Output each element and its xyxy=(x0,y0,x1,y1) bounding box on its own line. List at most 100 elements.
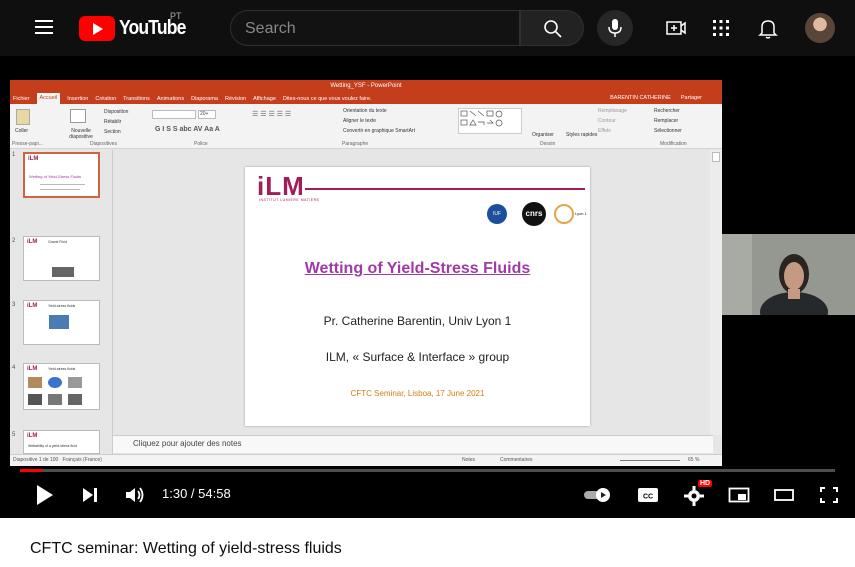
menu-icon[interactable] xyxy=(35,20,53,34)
ppt-arrange-label[interactable]: Organiser xyxy=(532,132,554,138)
ppt-fill-label[interactable]: Remplissage xyxy=(598,108,627,114)
play-icon[interactable] xyxy=(35,483,55,507)
status-slide-count: Diapositive 1 de 100 xyxy=(13,457,59,463)
ppt-text-direction-label[interactable]: Orientation du texte xyxy=(343,108,387,114)
ppt-tell-me[interactable]: Dites-nous ce que vous voulez faire. xyxy=(283,96,372,102)
ppt-tab-creation[interactable]: Création xyxy=(95,96,116,102)
thumb-title: Wettability of a yield-stress fluid xyxy=(28,444,77,448)
slide-thumbnail[interactable]: iLM Yield-stress fluids xyxy=(23,300,100,345)
create-video-icon[interactable] xyxy=(664,16,688,40)
slide-group: ILM, « Surface & Interface » group xyxy=(325,350,510,364)
webcam-overlay xyxy=(722,234,855,315)
ppt-tab-animations[interactable]: Animations xyxy=(157,96,184,102)
search-input[interactable]: Search xyxy=(230,10,520,46)
paragraph-list-buttons[interactable]: ☰ ☰ ☰ ☰ ☰ xyxy=(252,110,291,118)
slide-thumbnail[interactable]: iLM Wetting of Yield-Stress Fluids xyxy=(23,152,100,198)
thumb-number: 4 xyxy=(12,365,16,371)
search-placeholder: Search xyxy=(245,20,296,37)
status-notes-button[interactable]: Notes xyxy=(462,455,475,466)
ppt-reset-label[interactable]: Rétablir xyxy=(104,119,121,125)
ppt-window-title: Wetting_YSF - PowerPoint xyxy=(330,83,402,89)
ppt-replace-label[interactable]: Remplacer xyxy=(654,118,678,124)
zoom-slider[interactable] xyxy=(620,460,680,461)
new-slide-icon[interactable] xyxy=(70,109,86,123)
status-language[interactable]: Français (France) xyxy=(62,457,101,463)
ppt-tab-affichage[interactable]: Affichage xyxy=(253,96,276,102)
ppt-tab-diaporama[interactable]: Diaporama xyxy=(191,96,218,102)
youtube-play-icon xyxy=(79,15,115,41)
iuf-logo: IUF xyxy=(487,204,507,224)
lyon1-logo-icon xyxy=(554,204,574,224)
autoplay-toggle-icon[interactable] xyxy=(583,483,613,507)
volume-icon[interactable] xyxy=(123,483,147,507)
ppt-tab-transitions[interactable]: Transitions xyxy=(123,96,150,102)
font-name-field[interactable] xyxy=(152,110,196,119)
thumb-number: 5 xyxy=(12,432,16,438)
ppt-outline-label[interactable]: Contour xyxy=(598,118,616,124)
status-zoom[interactable]: 65 % xyxy=(688,455,699,466)
thumb-number: 1 xyxy=(12,152,16,158)
ppt-layout-label[interactable]: Disposition xyxy=(104,109,128,115)
ppt-effects-label[interactable]: Effets xyxy=(598,128,611,134)
thumb-image xyxy=(68,394,82,405)
ppt-smartart-label[interactable]: Convertir en graphique SmartArt xyxy=(343,128,415,134)
thumb-title: Gravel Fluid xyxy=(48,240,67,244)
fullscreen-icon[interactable] xyxy=(819,483,839,507)
ppt-tab-revision[interactable]: Révision xyxy=(225,96,246,102)
miniplayer-icon[interactable] xyxy=(728,483,750,507)
ppt-tab-insertion[interactable]: Insertion xyxy=(67,96,88,102)
ppt-group-clipboard: Presse-papi... xyxy=(12,141,43,147)
ppt-select-label[interactable]: Sélectionner xyxy=(654,128,682,134)
ppt-find-label[interactable]: Rechercher xyxy=(654,108,680,114)
powerpoint-window: Wetting_YSF - PowerPoint Fichier Accueil… xyxy=(10,80,722,466)
thumb-image xyxy=(28,377,42,388)
scroll-thumb[interactable] xyxy=(712,152,720,162)
progress-bar[interactable] xyxy=(20,469,835,472)
ppt-new-slide-label[interactable]: Nouvelle diapositive xyxy=(62,128,100,140)
ppt-vertical-scrollbar[interactable] xyxy=(710,150,722,435)
font-size-field[interactable]: 20+ xyxy=(198,110,216,119)
notifications-bell-icon[interactable] xyxy=(756,16,780,40)
youtube-top-bar: YouTube PT Search xyxy=(0,0,855,56)
ppt-quick-styles-label[interactable]: Styles rapides xyxy=(566,132,597,138)
time-display: 1:30 / 54:58 xyxy=(162,486,231,501)
thumb-title: Yield-stress fluids xyxy=(48,304,76,308)
voice-search-button[interactable] xyxy=(597,10,633,46)
slide-thumbnail[interactable]: iLM Wettability of a yield-stress fluid xyxy=(23,430,100,454)
status-comments-button[interactable]: Commentaires xyxy=(500,455,533,466)
video-player[interactable]: YouTube PT Search Wetting_YSF - PowerPoi… xyxy=(0,0,855,518)
country-code: PT xyxy=(170,11,182,21)
thumb-text-line xyxy=(40,184,85,185)
theater-mode-icon[interactable] xyxy=(773,483,795,507)
paste-icon[interactable] xyxy=(16,109,30,125)
slide-thumbnail[interactable]: iLM Gravel Fluid xyxy=(23,236,100,281)
ppt-paste-label[interactable]: Coller xyxy=(15,128,28,134)
thumb-logo: iLM xyxy=(27,239,38,245)
thumb-title: Yield-stress fluids xyxy=(48,367,76,371)
ppt-align-text-label[interactable]: Aligner le texte xyxy=(343,118,376,124)
notes-pane[interactable]: Cliquez pour ajouter des notes xyxy=(113,435,713,453)
thumb-logo: iLM xyxy=(27,433,38,439)
ilm-logo-subtitle: INSTITUT LUMIÈRE MATIÈRE xyxy=(259,198,320,202)
avatar[interactable] xyxy=(805,13,835,43)
ppt-tab-accueil[interactable]: Accueil xyxy=(36,93,61,104)
thumb-logo: iLM xyxy=(28,156,39,162)
ppt-section-label[interactable]: Section xyxy=(104,129,121,135)
slide-thumbnail[interactable]: iLM Yield-stress fluids xyxy=(23,363,100,410)
next-icon[interactable] xyxy=(80,483,100,507)
ppt-tab-fichier[interactable]: Fichier xyxy=(13,96,30,102)
shapes-gallery[interactable] xyxy=(458,108,522,134)
font-format-buttons[interactable]: G I S S abc AV Aa A xyxy=(155,126,220,133)
current-slide[interactable]: iLM INSTITUT LUMIÈRE MATIÈRE IUF cnrs Ly… xyxy=(245,167,590,426)
subtitles-cc-icon[interactable]: CC xyxy=(637,483,659,507)
ppt-ribbon: Coller Nouvelle diapositive Disposition … xyxy=(10,104,722,149)
thumb-image xyxy=(68,377,82,388)
shapes-icon xyxy=(460,110,503,127)
ppt-share-button[interactable]: Partager xyxy=(681,95,702,101)
ppt-ribbon-tabs: Fichier Accueil Insertion Création Trans… xyxy=(10,93,722,104)
thumb-image xyxy=(52,267,74,277)
thumb-image xyxy=(48,377,62,388)
apps-grid-icon[interactable] xyxy=(709,16,733,40)
search-button[interactable] xyxy=(520,10,584,46)
cnrs-logo: cnrs xyxy=(522,202,546,226)
